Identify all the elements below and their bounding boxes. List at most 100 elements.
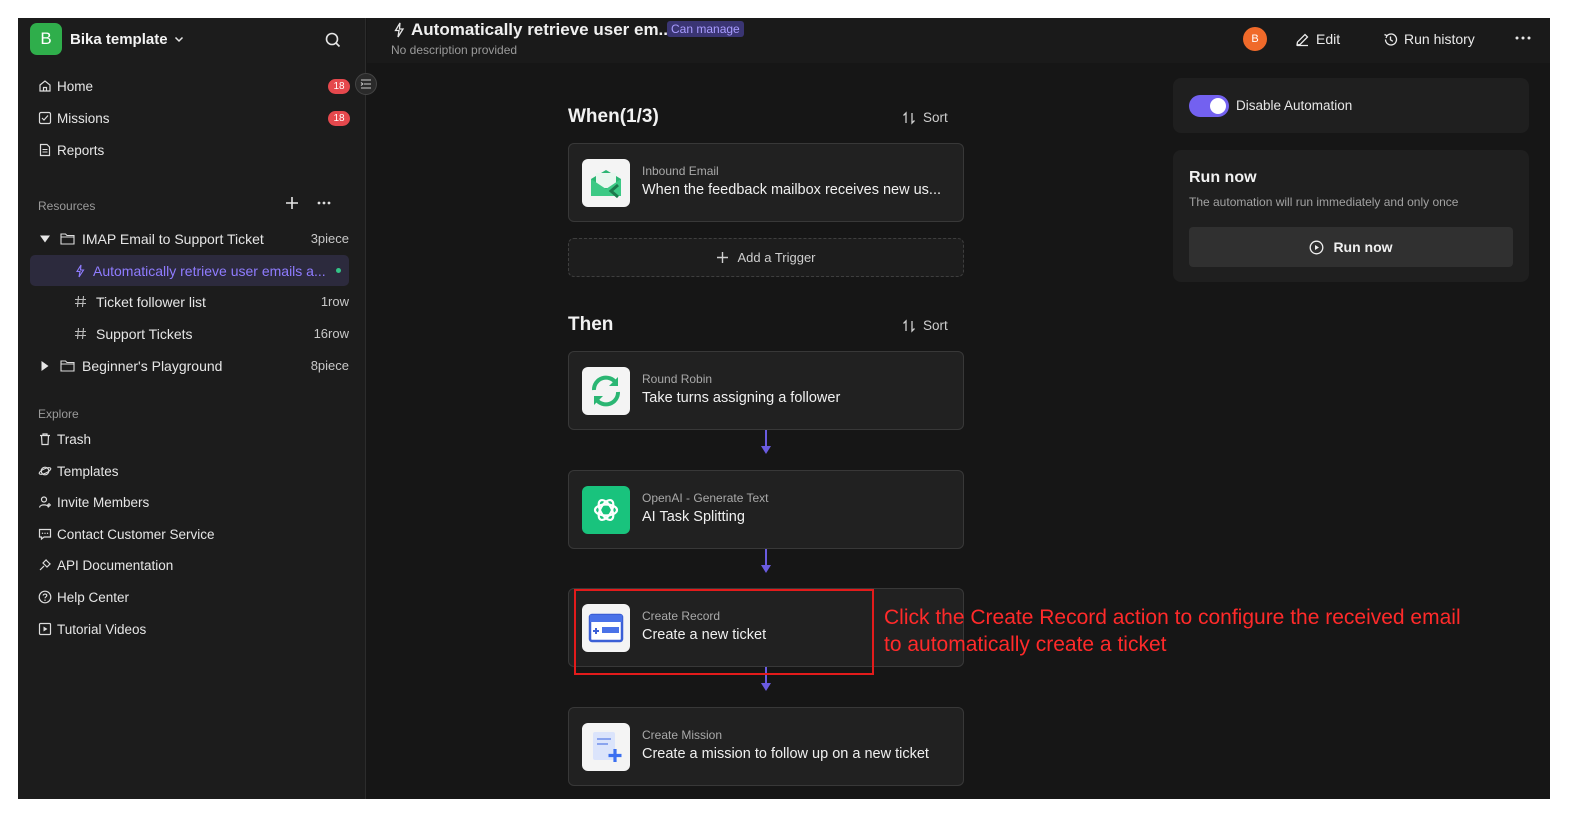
sort-icon — [903, 110, 915, 125]
tree-folder-imap[interactable]: IMAP Email to Support Ticket 3piece — [30, 223, 349, 254]
nav-label: Reports — [57, 142, 105, 158]
tree-table-support-tickets[interactable]: Support Tickets 16row — [30, 318, 349, 349]
more-options-icon[interactable] — [316, 198, 332, 208]
planet-icon — [38, 466, 52, 476]
sidebar: B Bika template Home 18 Missions 18 Repo… — [18, 18, 366, 799]
tree-count: 16row — [313, 326, 349, 341]
run-history-button[interactable]: Run history — [1383, 28, 1475, 50]
question-circle-icon — [38, 590, 52, 604]
checkbox-icon — [38, 111, 52, 125]
page-header: Automatically retrieve user em... Can ma… — [367, 18, 1550, 63]
nav-label: Invite Members — [57, 494, 150, 510]
nav-label: Tutorial Videos — [57, 621, 147, 637]
sort-actions-button[interactable]: Sort — [902, 318, 948, 333]
chat-icon — [38, 528, 52, 541]
permission-badge: Can manage — [667, 21, 744, 37]
then-heading: Then — [568, 314, 614, 335]
nav-label: Trash — [57, 431, 92, 447]
callout-line: Click the Create Record action to config… — [884, 606, 1461, 629]
collapse-list-icon — [360, 79, 371, 89]
add-trigger-label: Add a Trigger — [737, 250, 816, 265]
edit-button[interactable]: Edit — [1295, 28, 1340, 50]
pencil-icon — [1296, 33, 1309, 46]
flow-arrow — [761, 565, 771, 573]
folder-icon — [60, 360, 75, 372]
nav-label: Templates — [57, 463, 119, 479]
app-window: B Bika template Home 18 Missions 18 Repo… — [18, 18, 1550, 799]
hash-icon — [75, 295, 86, 308]
tree-count: 1row — [320, 294, 349, 309]
create-mission-icon — [582, 723, 630, 771]
add-trigger-button[interactable]: Add a Trigger — [568, 238, 964, 277]
status-dot — [336, 268, 341, 273]
sort-label: Sort — [923, 318, 948, 333]
action-card-create-mission[interactable]: Create Mission Create a mission to follo… — [568, 707, 964, 786]
nav-contact-service[interactable]: Contact Customer Service — [30, 519, 350, 549]
card-name: Take turns assigning a follower — [642, 390, 841, 406]
nav-templates[interactable]: Templates — [30, 456, 350, 486]
tree-table-followers[interactable]: Ticket follower list 1row — [30, 286, 349, 317]
report-icon — [39, 143, 51, 157]
chevron-down-icon — [174, 36, 183, 43]
card-type: OpenAI - Generate Text — [642, 491, 769, 505]
automation-bolt-icon — [394, 22, 405, 38]
search-icon[interactable] — [323, 30, 343, 50]
openai-icon — [582, 486, 630, 534]
workspace-switcher[interactable]: B Bika template — [30, 23, 184, 55]
collapse-sidebar-button[interactable] — [355, 73, 377, 95]
caret-down-icon — [40, 235, 50, 242]
sort-triggers-button[interactable]: Sort — [902, 110, 948, 125]
nav-api-docs[interactable]: API Documentation — [30, 550, 350, 580]
play-square-icon — [38, 622, 52, 636]
tree-label: IMAP Email to Support Ticket — [82, 230, 264, 247]
flow-arrow — [761, 683, 771, 691]
flow-arrow — [761, 446, 771, 454]
nav-trash[interactable]: Trash — [30, 424, 350, 454]
nav-tutorial-videos[interactable]: Tutorial Videos — [30, 614, 350, 644]
annotation-highlight-box — [574, 589, 874, 675]
more-options-icon[interactable] — [1513, 31, 1533, 45]
run-now-button[interactable]: Run now — [1189, 227, 1513, 267]
action-card-round-robin[interactable]: Round Robin Take turns assigning a follo… — [568, 351, 964, 430]
workspace-logo: B — [30, 23, 62, 55]
nav-label: API Documentation — [57, 557, 174, 573]
when-heading: When(1/3) — [568, 106, 659, 127]
tree-automation-active[interactable]: Automatically retrieve user emails a... — [30, 255, 349, 286]
card-name: Create a mission to follow up on a new t… — [642, 746, 929, 762]
avatar[interactable]: B — [1243, 27, 1267, 51]
home-icon — [39, 80, 51, 92]
inbound-email-icon — [582, 159, 630, 207]
page-title: Automatically retrieve user em... — [411, 20, 673, 39]
tree-label: Beginner's Playground — [82, 357, 223, 374]
action-card-openai[interactable]: OpenAI - Generate Text AI Task Splitting — [568, 470, 964, 549]
tree-count: 8piece — [310, 358, 349, 373]
nav-help-center[interactable]: Help Center — [30, 582, 350, 612]
tree-label: Ticket follower list — [96, 293, 206, 310]
tree-folder-playground[interactable]: Beginner's Playground 8piece — [30, 350, 349, 381]
nav-missions[interactable]: Missions 18 — [30, 103, 350, 133]
edit-label: Edit — [1316, 31, 1341, 47]
card-name: When the feedback mailbox receives new u… — [642, 182, 942, 198]
add-resource-icon[interactable] — [284, 195, 300, 211]
annotation-callout: Click the Create Record action to config… — [884, 604, 1504, 658]
toggle-knob — [1210, 98, 1226, 114]
automation-bolt-icon — [76, 264, 85, 277]
automation-toggle[interactable] — [1189, 95, 1229, 117]
sort-icon — [903, 318, 915, 333]
trigger-card-inbound-email[interactable]: Inbound Email When the feedback mailbox … — [568, 143, 964, 222]
page-description: No description provided — [391, 43, 518, 57]
workspace-name: Bika template — [70, 30, 168, 48]
play-circle-icon — [1309, 240, 1324, 254]
explore-label: Explore — [38, 407, 79, 421]
nav-invite-members[interactable]: Invite Members — [30, 487, 350, 517]
nav-home[interactable]: Home 18 — [30, 71, 350, 101]
round-robin-icon — [582, 367, 630, 415]
run-history-label: Run history — [1404, 31, 1475, 47]
invite-user-icon — [38, 496, 51, 508]
history-icon — [1384, 32, 1398, 46]
run-now-label: Run now — [1333, 239, 1393, 255]
nav-label: Contact Customer Service — [57, 526, 215, 542]
nav-reports[interactable]: Reports — [30, 135, 350, 165]
run-now-panel: Run now The automation will run immediat… — [1173, 150, 1529, 282]
tree-label: Support Tickets — [96, 325, 193, 342]
